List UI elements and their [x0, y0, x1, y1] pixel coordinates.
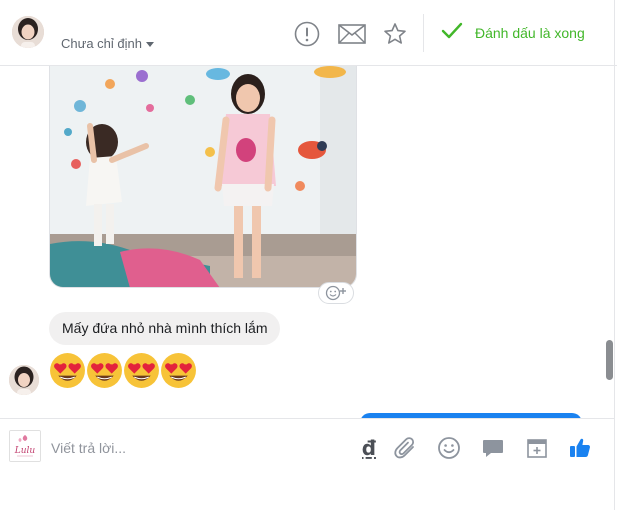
panel-border	[614, 0, 615, 510]
assign-dropdown[interactable]: Chưa chỉ định	[61, 36, 154, 51]
conversation-header: Chưa chỉ định Đánh dấu là xong	[0, 0, 617, 66]
reply-composer: Lulu ₫	[0, 418, 614, 510]
message-thread[interactable]: Mấy đứa nhỏ nhà mình thích lắm	[0, 66, 603, 418]
chat-bubble-icon[interactable]	[480, 435, 506, 461]
page-logo-text: Lulu	[14, 446, 36, 456]
dong-currency-icon[interactable]: ₫	[356, 435, 382, 461]
customer-avatar[interactable]	[12, 16, 44, 48]
envelope-icon[interactable]	[337, 20, 367, 48]
exclamation-circle-icon[interactable]	[293, 20, 321, 48]
thumbs-up-icon[interactable]	[567, 435, 593, 461]
calendar-icon[interactable]	[524, 435, 550, 461]
page-logo: Lulu	[9, 430, 41, 462]
mark-done-button[interactable]: Đánh dấu là xong	[441, 20, 585, 46]
star-icon[interactable]	[381, 20, 409, 48]
heart-eyes-emoji	[161, 353, 196, 388]
smiley-icon[interactable]	[436, 435, 462, 461]
heart-eyes-emoji	[87, 353, 122, 388]
reply-input[interactable]	[51, 437, 341, 459]
heart-eyes-emoji	[124, 353, 159, 388]
scrollbar-thumb[interactable]	[606, 340, 613, 380]
paperclip-icon[interactable]	[392, 435, 418, 461]
shared-photo[interactable]	[49, 66, 357, 288]
incoming-message-bubble: Mấy đứa nhỏ nhà mình thích lắm	[49, 312, 281, 345]
dong-symbol: ₫	[362, 436, 376, 460]
header-divider	[423, 14, 424, 52]
checkmark-icon	[441, 22, 463, 45]
mark-done-label: Đánh dấu là xong	[475, 25, 585, 41]
add-reaction-button[interactable]	[318, 282, 354, 304]
sender-avatar	[9, 365, 39, 395]
caret-down-icon	[145, 42, 154, 48]
emoji-message	[49, 352, 197, 389]
heart-eyes-emoji	[50, 353, 85, 388]
assign-label: Chưa chỉ định	[61, 36, 142, 51]
